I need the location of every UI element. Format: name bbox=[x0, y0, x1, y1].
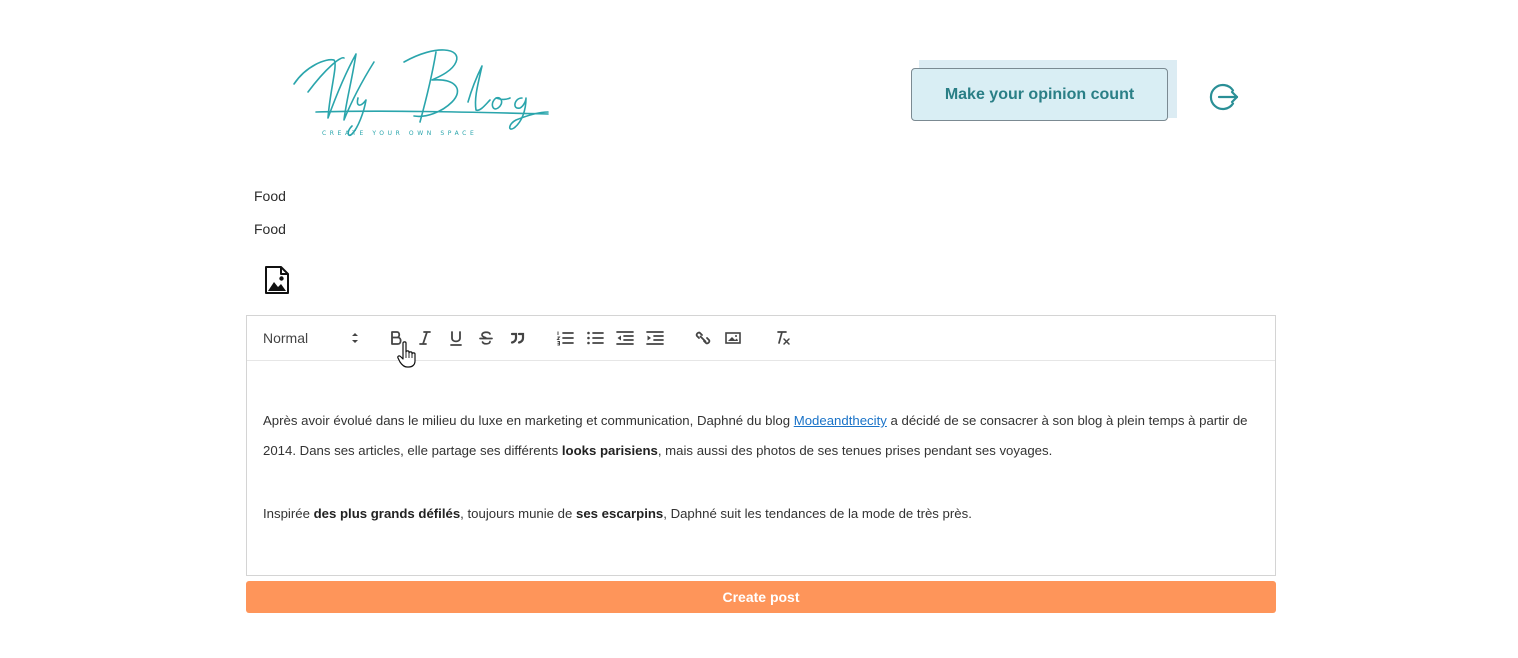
post-category-value: Food bbox=[254, 221, 286, 237]
header-format-value: Normal bbox=[263, 330, 309, 346]
logout-icon[interactable] bbox=[1207, 81, 1239, 113]
bold-text: ses escarpins bbox=[576, 506, 664, 521]
paragraph-2: Inspirée des plus grands défilés, toujou… bbox=[263, 499, 1263, 529]
logo[interactable]: CREATE YOUR OWN SPACE bbox=[286, 40, 556, 144]
paragraph-text: , mais aussi des photos de ses tenues pr… bbox=[657, 443, 1053, 458]
blockquote-icon[interactable] bbox=[507, 326, 527, 350]
rich-text-editor: Normal Après avoir évolué dans le milieu… bbox=[246, 315, 1276, 576]
italic-icon[interactable] bbox=[416, 326, 434, 350]
opinion-button-wrapper: Make your opinion count bbox=[911, 60, 1179, 126]
paragraph-text: Inspirée bbox=[263, 506, 314, 521]
create-post-button[interactable]: Create post bbox=[246, 581, 1276, 613]
editor-content[interactable]: Après avoir évolué dans le milieu du lux… bbox=[263, 406, 1263, 529]
indent-icon[interactable] bbox=[645, 326, 665, 350]
modeandthecity-link[interactable]: Modeandthecity bbox=[794, 413, 887, 428]
editor-toolbar: Normal bbox=[247, 316, 1275, 361]
bold-text: looks parisiens bbox=[561, 443, 658, 458]
clear-formatting-icon[interactable] bbox=[773, 326, 793, 350]
link-icon[interactable] bbox=[693, 326, 713, 350]
select-arrows-icon bbox=[350, 330, 360, 346]
paragraph-text: Après avoir évolué dans le milieu du lux… bbox=[263, 413, 794, 428]
strikethrough-icon[interactable] bbox=[477, 326, 495, 350]
logo-tagline: CREATE YOUR OWN SPACE bbox=[322, 130, 478, 137]
bold-text: des plus grands défilés bbox=[313, 506, 461, 521]
outdent-icon[interactable] bbox=[615, 326, 635, 350]
header-format-select[interactable]: Normal bbox=[263, 326, 359, 350]
make-opinion-count-button[interactable]: Make your opinion count bbox=[911, 68, 1168, 121]
ordered-list-icon[interactable] bbox=[555, 326, 575, 350]
underline-icon[interactable] bbox=[447, 326, 465, 350]
paragraph-1: Après avoir évolué dans le milieu du lux… bbox=[263, 406, 1263, 466]
logo-script bbox=[293, 49, 549, 137]
image-upload-icon[interactable] bbox=[264, 266, 290, 294]
bullet-list-icon[interactable] bbox=[585, 326, 605, 350]
image-icon[interactable] bbox=[723, 326, 743, 350]
post-category-label: Food bbox=[254, 188, 286, 204]
paragraph-text: , Daphné suit les tendances de la mode d… bbox=[663, 506, 972, 521]
paragraph-text: , toujours munie de bbox=[460, 506, 576, 521]
bold-icon[interactable] bbox=[387, 326, 405, 350]
